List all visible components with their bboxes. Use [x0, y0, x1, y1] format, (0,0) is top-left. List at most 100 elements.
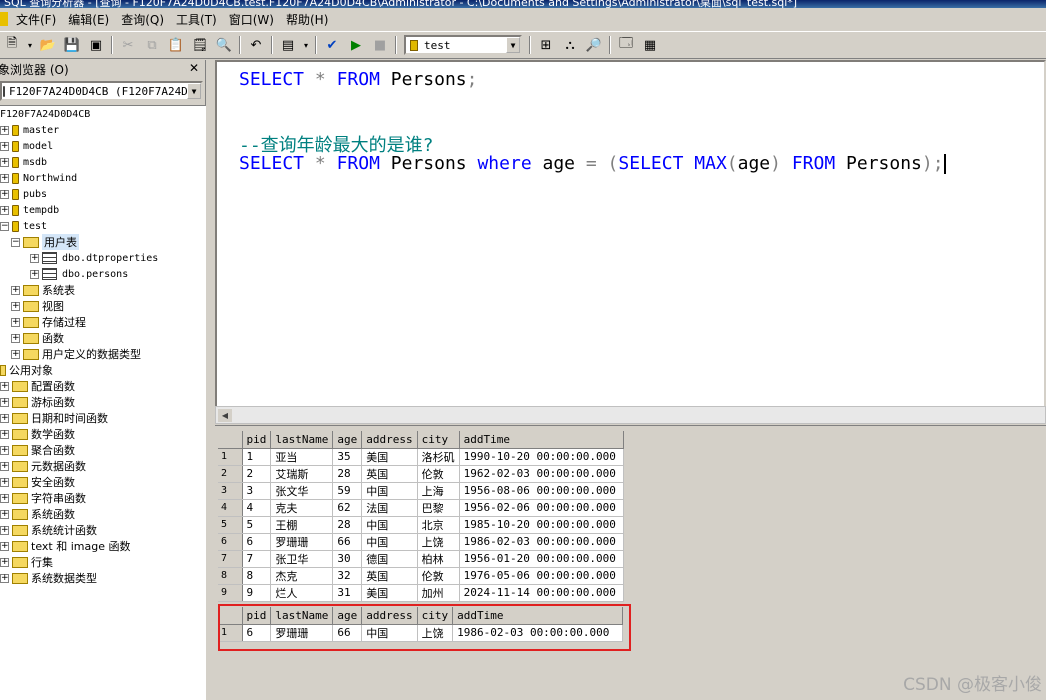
row-number[interactable]: 5 [218, 516, 243, 534]
cell-addtime[interactable]: 1956-02-06 00:00:00.000 [459, 499, 624, 517]
cell-address[interactable]: 中国 [361, 482, 418, 500]
tree-node-folder[interactable]: + 视图 [11, 298, 64, 314]
expand-icon[interactable]: + [30, 253, 39, 263]
menu-tools[interactable]: 工具(T) [170, 11, 223, 28]
row-number[interactable]: 2 [218, 465, 243, 483]
row-number[interactable]: 6 [218, 533, 243, 551]
expand-icon[interactable]: + [11, 301, 20, 311]
cell-lastname[interactable]: 亚当 [270, 448, 334, 466]
cell-pid[interactable]: 3 [242, 482, 272, 500]
cell-pid[interactable]: 7 [242, 550, 272, 568]
cell-address[interactable]: 法国 [361, 499, 418, 517]
cell-lastname[interactable]: 艾瑞斯 [270, 465, 334, 483]
paste-icon[interactable]: 📋 [165, 35, 187, 55]
tree-node-function-folder[interactable]: + 配置函数 [0, 378, 75, 394]
cell-pid[interactable]: 9 [242, 584, 272, 602]
index-tuning-icon[interactable]: 🔎 [583, 35, 605, 55]
cell-city[interactable]: 伦敦 [417, 465, 460, 483]
tree-node-function-folder[interactable]: + 字符串函数 [0, 490, 86, 506]
display-plan-icon[interactable]: ⊞ [535, 35, 557, 55]
cell-pid[interactable]: 6 [242, 533, 272, 551]
cell-lastname[interactable]: 王棚 [270, 516, 334, 534]
expand-icon[interactable]: + [0, 381, 9, 391]
table-row[interactable]: 5 5 王棚 28 中国 北京 1985-10-20 00:00:00.000 [218, 516, 624, 534]
tree-node-server[interactable]: F120F7A24D0D4CB [0, 106, 90, 122]
row-number[interactable]: 7 [218, 550, 243, 568]
expand-icon[interactable]: + [0, 157, 9, 167]
cell-age[interactable]: 28 [332, 465, 363, 483]
tree-node-function-folder[interactable]: + 行集 [0, 554, 53, 570]
column-header[interactable]: city [417, 431, 460, 449]
row-number[interactable]: 3 [218, 482, 243, 500]
cell-city[interactable]: 北京 [417, 516, 460, 534]
cell-addtime[interactable]: 1990-10-20 00:00:00.000 [459, 448, 624, 466]
table-row[interactable]: 1 1 亚当 35 美国 洛杉矶 1990-10-20 00:00:00.000 [218, 448, 624, 466]
table-row[interactable]: 2 2 艾瑞斯 28 英国 伦敦 1962-02-03 00:00:00.000 [218, 465, 624, 483]
menu-query[interactable]: 查询(Q) [115, 11, 170, 28]
tree-node-function-folder[interactable]: + 元数据函数 [0, 458, 86, 474]
cell-addtime[interactable]: 2024-11-14 00:00:00.000 [459, 584, 624, 602]
tree-node-database[interactable]: + model [0, 138, 53, 154]
cell-addtime[interactable]: 1976-05-06 00:00:00.000 [459, 567, 624, 585]
tree-node-database[interactable]: − test [0, 218, 47, 234]
cell-city[interactable]: 上饶 [417, 533, 460, 551]
cell-age[interactable]: 62 [332, 499, 363, 517]
cell-address[interactable]: 德国 [361, 550, 418, 568]
server-select[interactable]: F120F7A24D0D4CB (F120F7A24D0D4CB\Adminis… [0, 81, 203, 101]
row-number[interactable]: 4 [218, 499, 243, 517]
cancel-query-icon[interactable]: ■ [369, 35, 391, 55]
tree-node-database[interactable]: + tempdb [0, 202, 59, 218]
tree-node-folder[interactable]: + 存储过程 [11, 314, 86, 330]
table-row[interactable]: 6 6 罗珊珊 66 中国 上饶 1986-02-03 00:00:00.000 [218, 533, 624, 551]
cell-city[interactable]: 巴黎 [417, 499, 460, 517]
expand-icon[interactable]: + [0, 445, 9, 455]
cell-age[interactable]: 30 [332, 550, 363, 568]
cell-addtime[interactable]: 1985-10-20 00:00:00.000 [459, 516, 624, 534]
cell-city[interactable]: 上海 [417, 482, 460, 500]
tree-node-common-objects[interactable]: 公用对象 [0, 362, 53, 378]
panel-splitter[interactable] [207, 60, 215, 700]
chevron-down-icon[interactable]: ▼ [506, 37, 520, 53]
expand-icon[interactable]: + [0, 429, 9, 439]
cell-age[interactable]: 32 [332, 567, 363, 585]
tree-node-function-folder[interactable]: + 安全函数 [0, 474, 75, 490]
cell-lastname[interactable]: 杰克 [270, 567, 334, 585]
menu-edit[interactable]: 编辑(E) [62, 11, 115, 28]
editor-horizontal-scrollbar[interactable]: ◀ [215, 406, 1046, 424]
close-icon[interactable]: ✕ [187, 62, 201, 75]
cell-pid[interactable]: 1 [242, 448, 272, 466]
tree-node-table[interactable]: + dbo.persons [30, 266, 128, 282]
menu-window[interactable]: 窗口(W) [223, 11, 280, 28]
expand-icon[interactable]: + [30, 269, 39, 279]
results-mode-icon[interactable]: ▤ [277, 35, 299, 55]
expand-icon[interactable]: + [0, 573, 9, 583]
cell-lastname[interactable]: 烂人 [270, 584, 334, 602]
new-query-dropdown-icon[interactable]: ▾ [25, 35, 35, 55]
cell-city[interactable]: 伦敦 [417, 567, 460, 585]
query-editor[interactable]: SELECT * FROM Persons; --查询年龄最大的是谁? SELE… [215, 60, 1046, 408]
column-header[interactable]: age [332, 431, 363, 449]
results-mode-dropdown-icon[interactable]: ▾ [301, 35, 311, 55]
tree-node-database[interactable]: + msdb [0, 154, 47, 170]
expand-icon[interactable]: + [0, 173, 9, 183]
cell-pid[interactable]: 5 [242, 516, 272, 534]
table-row[interactable]: 9 9 烂人 31 美国 加州 2024-11-14 00:00:00.000 [218, 584, 624, 602]
cell-address[interactable]: 美国 [361, 584, 418, 602]
collapse-icon[interactable]: − [11, 237, 20, 247]
row-number[interactable]: 8 [218, 567, 243, 585]
cell-city[interactable]: 加州 [417, 584, 460, 602]
expand-icon[interactable]: + [0, 189, 9, 199]
tree-node-database[interactable]: + master [0, 122, 59, 138]
tree-node-folder[interactable]: + 函数 [11, 330, 64, 346]
database-select[interactable]: test ▼ [404, 35, 522, 55]
menu-file[interactable]: 文件(F) [10, 11, 62, 28]
table-row[interactable]: 7 7 张卫华 30 德国 柏林 1956-01-20 00:00:00.000 [218, 550, 624, 568]
collapse-icon[interactable]: − [0, 221, 9, 231]
tree-node-folder[interactable]: + 系统表 [11, 282, 75, 298]
table-row[interactable]: 8 8 杰克 32 英国 伦敦 1976-05-06 00:00:00.000 [218, 567, 624, 585]
tree-node-table[interactable]: + dbo.dtproperties [30, 250, 158, 266]
cell-lastname[interactable]: 张文华 [270, 482, 334, 500]
cell-addtime[interactable]: 1962-02-03 00:00:00.000 [459, 465, 624, 483]
cell-address[interactable]: 美国 [361, 448, 418, 466]
expand-icon[interactable]: + [11, 333, 20, 343]
